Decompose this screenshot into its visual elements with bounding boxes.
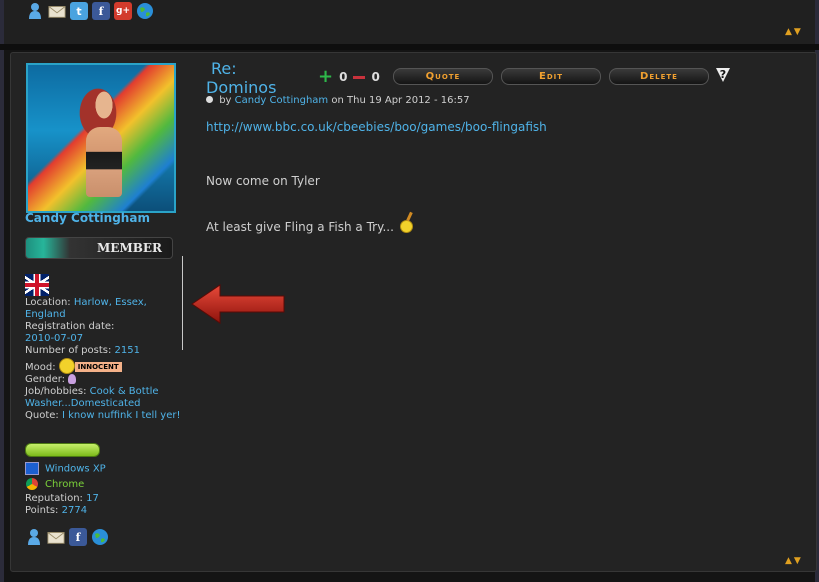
activity-bar <box>25 443 100 457</box>
mail-icon[interactable] <box>48 2 66 20</box>
post-status-icon <box>206 96 213 103</box>
reputation-value: 17 <box>86 493 99 504</box>
vote-down-count: 0 <box>371 70 380 84</box>
browser-info: Chrome <box>25 477 84 491</box>
twitter-icon[interactable]: t <box>70 2 88 20</box>
post-contact-icons: f <box>25 528 109 546</box>
post-text-line: Now come on Tyler <box>206 174 320 188</box>
facebook-icon[interactable]: f <box>92 2 110 20</box>
os-value: Windows XP <box>45 463 106 475</box>
profile-username[interactable]: Candy Cottingham <box>25 211 150 225</box>
post-title-line1: Re: <box>211 59 237 78</box>
post-author-link[interactable]: Candy Cottingham <box>235 95 329 106</box>
post-meta: by Candy Cottingham on Thu 19 Apr 2012 -… <box>206 95 470 106</box>
profile-details: Location: Harlow, Essex, England Registr… <box>25 297 183 422</box>
post-body: http://www.bbc.co.uk/cbeebies/boo/games/… <box>206 120 766 234</box>
mood-icon: INNOCENT <box>58 358 129 374</box>
quote-value: I know nuffink I tell yer! <box>61 410 181 421</box>
chrome-icon <box>25 477 39 491</box>
red-arrow-icon <box>190 283 286 328</box>
divider-line <box>182 256 183 350</box>
rank-badge: MEMBER <box>25 237 173 259</box>
facebook-icon[interactable]: f <box>69 528 87 546</box>
vote-down-icon[interactable] <box>353 75 366 79</box>
frame-left <box>0 0 4 582</box>
post-separator <box>0 44 819 50</box>
post-link[interactable]: http://www.bbc.co.uk/cbeebies/boo/games/… <box>206 120 766 134</box>
mail-icon[interactable] <box>47 528 65 546</box>
profile-icon[interactable] <box>26 2 44 20</box>
previous-post-contact-icons: t f g+ <box>26 2 154 20</box>
browser-value: Chrome <box>45 479 85 490</box>
registration-label: Registration date: <box>25 321 115 332</box>
user-avatar[interactable] <box>26 63 176 213</box>
post-title[interactable]: Re: Dominos <box>206 59 276 97</box>
quote-button[interactable]: Quote <box>393 68 493 85</box>
female-gender-icon <box>68 374 77 384</box>
windows-icon <box>25 462 39 475</box>
uk-flag-icon <box>25 274 49 296</box>
vote-controls: + 0 0 <box>318 68 380 86</box>
on-label: on <box>331 95 344 106</box>
google-plus-icon[interactable]: g+ <box>114 2 132 20</box>
edit-button[interactable]: Edit <box>501 68 601 85</box>
smiley-icon <box>399 220 413 233</box>
reputation-points: Reputation: 17 Points: 2774 <box>25 493 99 517</box>
registration-value: 2010-07-07 <box>25 333 84 344</box>
vote-up-icon[interactable]: + <box>318 68 333 86</box>
scroll-up-down-arrows[interactable]: ▲▼ <box>785 556 803 566</box>
points-value: 2774 <box>61 505 88 516</box>
points-label: Points: <box>25 505 59 516</box>
reputation-label: Reputation: <box>25 493 83 504</box>
location-label: Location: <box>25 297 71 308</box>
posts-label: Number of posts: <box>25 345 112 356</box>
job-label: Job/hobbies: <box>25 386 87 397</box>
profile-icon[interactable] <box>25 528 43 546</box>
post-date: Thu 19 Apr 2012 - 16:57 <box>347 95 470 106</box>
os-info: Windows XP <box>25 462 106 475</box>
scroll-up-down-arrows[interactable]: ▲▼ <box>785 27 803 37</box>
posts-value: 2151 <box>114 345 140 356</box>
mood-label: Mood: <box>25 362 56 373</box>
vote-up-count: 0 <box>339 70 348 84</box>
post-text-line: At least give Fling a Fish a Try... <box>206 220 394 234</box>
delete-button[interactable]: Delete <box>609 68 709 85</box>
by-label: by <box>219 95 232 106</box>
website-icon[interactable] <box>136 2 154 20</box>
quote-label: Quote: <box>25 410 59 421</box>
gender-label: Gender: <box>25 374 66 385</box>
mood-text: INNOCENT <box>74 362 122 372</box>
website-icon[interactable] <box>91 528 109 546</box>
